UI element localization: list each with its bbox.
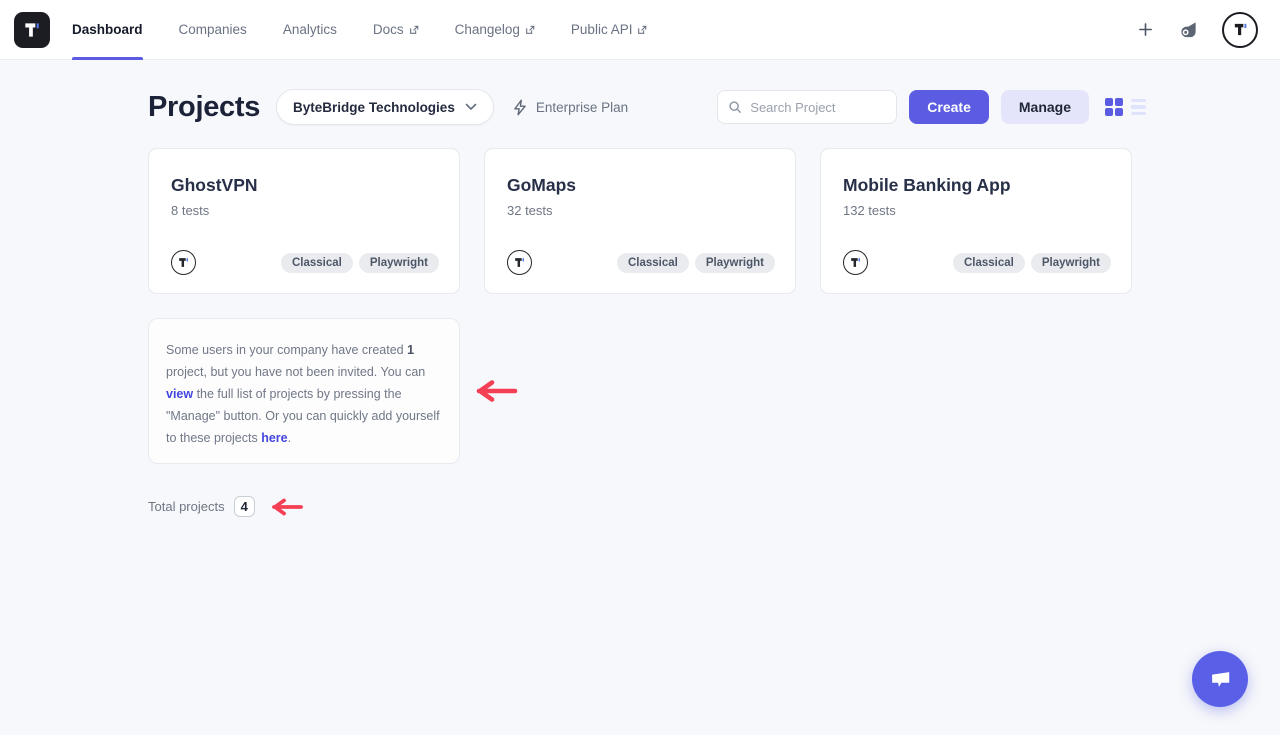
view-link[interactable]: view	[166, 387, 193, 401]
bolt-icon	[512, 99, 528, 116]
here-link[interactable]: here	[261, 431, 287, 445]
search-box	[717, 90, 897, 124]
logo-icon	[22, 20, 42, 40]
notice-segment: .	[288, 431, 291, 445]
project-badges: Classical Playwright	[281, 253, 439, 273]
project-card-mobile-banking-app[interactable]: Mobile Banking App 132 tests Classical P…	[820, 148, 1132, 294]
main-content: Projects ByteBridge Technologies Enterpr…	[0, 60, 1146, 517]
invitation-notice: Some users in your company have created …	[148, 318, 460, 464]
company-selector-label: ByteBridge Technologies	[293, 100, 455, 115]
badge-classical: Classical	[281, 253, 353, 273]
arrow-annotation-icon	[466, 380, 518, 402]
search-icon	[728, 100, 742, 114]
project-badges: Classical Playwright	[953, 253, 1111, 273]
create-button[interactable]: Create	[909, 90, 989, 124]
search-input[interactable]	[750, 100, 880, 115]
nav-label: Companies	[179, 22, 247, 37]
top-navbar: Dashboard Companies Analytics Docs Chang…	[0, 0, 1280, 60]
notice-count: 1	[407, 343, 414, 357]
app-logo[interactable]	[14, 12, 50, 48]
nav-item-public-api[interactable]: Public API	[571, 0, 648, 60]
project-name: Mobile Banking App	[843, 175, 1111, 196]
chat-bubble-icon	[1207, 667, 1233, 691]
company-selector[interactable]: ByteBridge Technologies	[276, 89, 494, 125]
nav-item-analytics[interactable]: Analytics	[283, 0, 337, 60]
projects-header: Projects ByteBridge Technologies Enterpr…	[148, 88, 1146, 126]
notice-segment: project, but you have not been invited. …	[166, 365, 425, 379]
project-name: GhostVPN	[171, 175, 439, 196]
nav-item-docs[interactable]: Docs	[373, 0, 419, 60]
notice-row: Some users in your company have created …	[148, 318, 1146, 464]
avatar-logo-icon	[177, 256, 190, 269]
notice-segment: Some users in your company have created	[166, 343, 407, 357]
badge-playwright: Playwright	[1031, 253, 1111, 273]
badge-classical: Classical	[953, 253, 1025, 273]
total-projects-label: Total projects	[148, 499, 225, 514]
nav-item-dashboard[interactable]: Dashboard	[72, 0, 143, 60]
avatar-logo-icon	[849, 256, 862, 269]
external-link-icon	[525, 25, 535, 35]
project-avatar	[507, 250, 532, 275]
project-test-count: 32 tests	[507, 203, 775, 218]
badge-playwright: Playwright	[695, 253, 775, 273]
page-title: Projects	[148, 91, 260, 124]
nav-label: Analytics	[283, 22, 337, 37]
header-actions: Create Manage	[717, 90, 1146, 124]
arrow-annotation-icon	[264, 498, 304, 516]
nav-label: Public API	[571, 22, 633, 37]
add-button[interactable]	[1136, 20, 1155, 39]
nav-label: Changelog	[455, 22, 520, 37]
record-bubble-icon	[1179, 20, 1198, 39]
plan-label: Enterprise Plan	[536, 100, 628, 115]
navbar-right-actions	[1136, 12, 1258, 48]
project-cards: GhostVPN 8 tests Classical Playwright Go…	[148, 148, 1146, 294]
external-link-icon	[637, 25, 647, 35]
total-projects-row: Total projects 4	[148, 496, 1146, 517]
record-bubble-button[interactable]	[1177, 18, 1200, 41]
nav-label: Dashboard	[72, 22, 143, 37]
plus-icon	[1138, 22, 1153, 37]
chat-widget-button[interactable]	[1192, 651, 1248, 707]
plan-indicator: Enterprise Plan	[512, 99, 628, 116]
card-footer: Classical Playwright	[843, 250, 1111, 275]
project-avatar	[171, 250, 196, 275]
project-test-count: 132 tests	[843, 203, 1111, 218]
view-toggles	[1105, 98, 1146, 116]
nav-item-changelog[interactable]: Changelog	[455, 0, 535, 60]
project-avatar	[843, 250, 868, 275]
external-link-icon	[409, 25, 419, 35]
project-badges: Classical Playwright	[617, 253, 775, 273]
badge-classical: Classical	[617, 253, 689, 273]
user-avatar[interactable]	[1222, 12, 1258, 48]
grid-view-icon[interactable]	[1105, 98, 1123, 116]
project-card-gomaps[interactable]: GoMaps 32 tests Classical Playwright	[484, 148, 796, 294]
chevron-down-icon	[465, 103, 477, 111]
nav-item-companies[interactable]: Companies	[179, 0, 247, 60]
total-projects-count: 4	[234, 496, 255, 517]
card-footer: Classical Playwright	[507, 250, 775, 275]
main-nav: Dashboard Companies Analytics Docs Chang…	[72, 0, 647, 60]
manage-button[interactable]: Manage	[1001, 90, 1089, 124]
project-test-count: 8 tests	[171, 203, 439, 218]
badge-playwright: Playwright	[359, 253, 439, 273]
project-card-ghostvpn[interactable]: GhostVPN 8 tests Classical Playwright	[148, 148, 460, 294]
nav-label: Docs	[373, 22, 404, 37]
avatar-logo-icon	[1232, 21, 1249, 38]
list-view-icon[interactable]	[1131, 99, 1146, 116]
notice-segment: the full list of projects by pressing th…	[166, 387, 440, 445]
card-footer: Classical Playwright	[171, 250, 439, 275]
avatar-logo-icon	[513, 256, 526, 269]
project-name: GoMaps	[507, 175, 775, 196]
notice-text: Some users in your company have created …	[166, 339, 443, 449]
